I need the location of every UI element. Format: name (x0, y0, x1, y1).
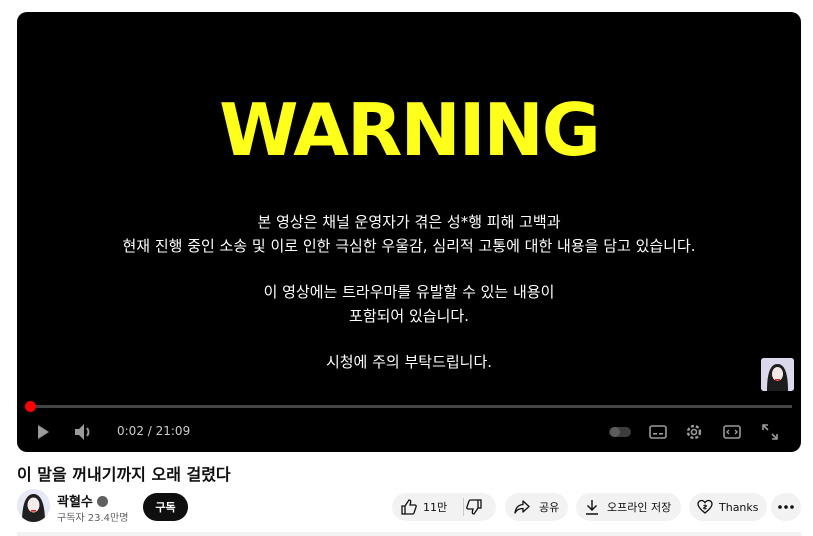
notice-line: 본 영상은 채널 운영자가 겪은 성*행 피해 고백과 (257, 213, 561, 231)
more-actions-button[interactable] (771, 493, 801, 521)
notice-line: 현재 진행 중인 소송 및 이로 인한 극심한 우울감, 심리적 고통에 대한 … (122, 237, 696, 255)
fullscreen-button[interactable] (757, 420, 783, 444)
subscriber-count: 구독자 23.4만명 (57, 513, 129, 524)
settings-button[interactable] (681, 420, 707, 444)
warning-title: WARNING (219, 88, 601, 172)
time-display: 0:02 / 21:09 (117, 424, 191, 438)
notice-line: 시청에 주의 부탁드립니다. (325, 353, 493, 371)
progress-bar[interactable] (25, 401, 792, 412)
notice-line: 이 영상에는 트라우마를 유발할 수 있는 내용이 (263, 283, 555, 301)
more-icon (778, 505, 794, 509)
channel-watermark[interactable] (761, 358, 794, 391)
miniplayer-icon (723, 425, 741, 439)
channel-name-row[interactable]: 곽혈수 (57, 491, 108, 510)
thanks-button[interactable]: Thanks (689, 493, 767, 521)
share-label: 공유 (539, 501, 560, 514)
volume-button[interactable] (71, 420, 97, 444)
settings-icon (686, 424, 702, 440)
play-icon (38, 425, 49, 439)
share-button[interactable]: 공유 (505, 493, 568, 521)
miniplayer-button[interactable] (719, 420, 745, 444)
share-icon (514, 500, 530, 514)
subtitles-button[interactable] (645, 420, 671, 444)
play-button[interactable] (31, 420, 55, 444)
thanks-icon (697, 499, 713, 515)
autoplay-toggle-icon (609, 427, 631, 437)
video-player[interactable]: WARNING 본 영상은 채널 운영자가 겪은 성*행 피해 고백과 현재 진… (17, 12, 801, 452)
description-box-edge (17, 532, 801, 536)
download-label: 오프라인 저장 (607, 501, 672, 514)
like-dislike-group: 11만 (392, 493, 496, 521)
notice-line: 포함되어 있습니다. (349, 307, 469, 325)
like-divider (463, 498, 464, 516)
progress-scrubber[interactable] (25, 401, 36, 412)
dislike-icon[interactable] (466, 499, 482, 515)
warning-notice: 본 영상은 채널 운영자가 겪은 성*행 피해 고백과 현재 진행 중인 소송 … (17, 210, 801, 374)
thanks-label: Thanks (719, 500, 759, 514)
volume-icon (75, 424, 90, 440)
download-button[interactable]: 오프라인 저장 (576, 493, 681, 521)
autoplay-toggle[interactable] (607, 420, 633, 444)
download-icon (585, 499, 599, 515)
fullscreen-icon (762, 424, 778, 440)
channel-name[interactable]: 곽혈수 (57, 495, 93, 510)
like-count[interactable]: 11만 (423, 499, 447, 515)
subscribe-button[interactable]: 구독 (143, 493, 188, 521)
subtitles-icon (649, 425, 667, 439)
like-icon[interactable] (401, 499, 417, 515)
verified-icon (96, 496, 108, 507)
video-title: 이 말을 꺼내기까지 오래 걸렸다 (17, 465, 231, 484)
channel-avatar[interactable] (17, 489, 50, 522)
